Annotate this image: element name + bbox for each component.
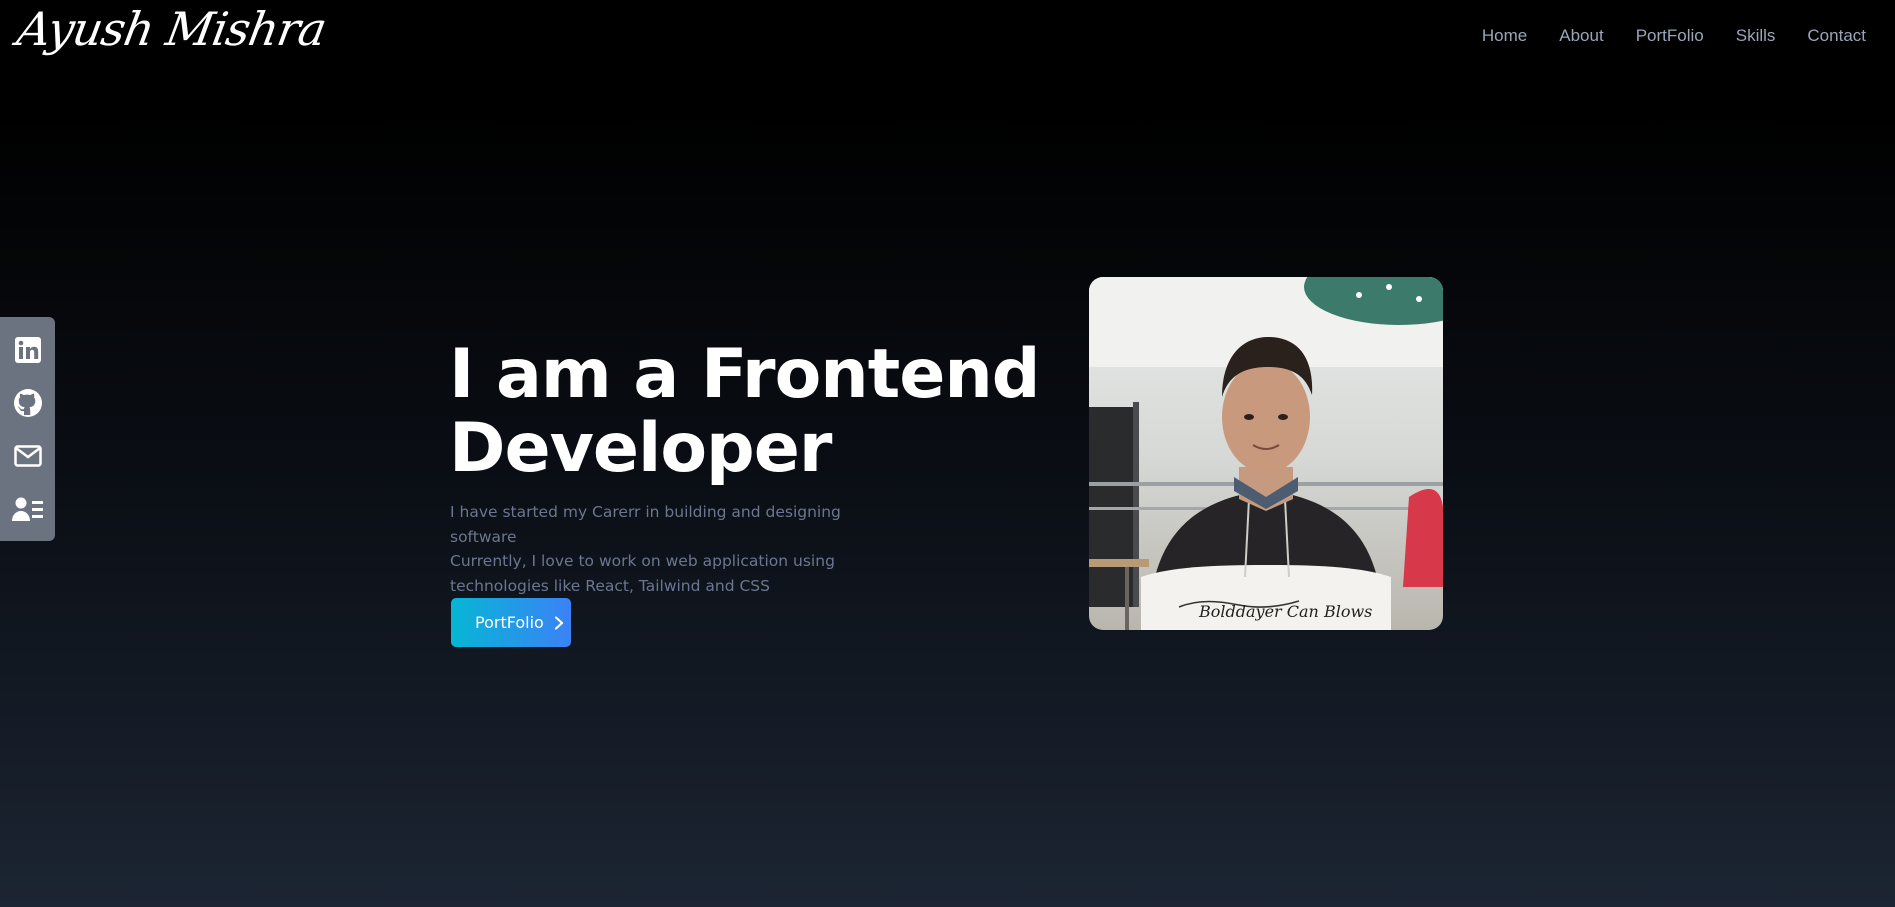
hero-title: I am a Frontend Developer <box>449 338 1049 486</box>
profile-photo-illustration: Bolddayer Can Blows <box>1089 277 1443 630</box>
hero-description: I have started my Carerr in building and… <box>450 500 910 598</box>
site-logo[interactable]: Ayush Mishra <box>13 2 330 56</box>
portfolio-button[interactable]: PortFolio <box>451 598 571 647</box>
hero-desc-line-3: technologies like React, Tailwind and CS… <box>450 576 770 595</box>
portfolio-button-label: PortFolio <box>475 613 544 632</box>
resume-icon <box>11 497 43 521</box>
mail-icon <box>13 444 42 467</box>
nav-contact[interactable]: Contact <box>1807 26 1866 46</box>
nav-about[interactable]: About <box>1559 26 1603 46</box>
chevron-right-icon <box>554 615 563 630</box>
hero-title-line-1: I am a Frontend <box>449 335 1040 414</box>
main-nav: Home About PortFolio Skills Contact <box>1482 26 1866 46</box>
email-link[interactable] <box>8 433 48 479</box>
hero-title-line-2: Developer <box>449 409 832 488</box>
nav-skills[interactable]: Skills <box>1736 26 1776 46</box>
github-link[interactable] <box>8 380 48 426</box>
resume-link[interactable] <box>8 486 48 532</box>
nav-portfolio[interactable]: PortFolio <box>1636 26 1704 46</box>
github-icon <box>13 388 42 417</box>
hoodie-signature: Bolddayer Can Blows <box>1198 602 1372 621</box>
linkedin-icon <box>14 336 41 363</box>
profile-photo: Bolddayer Can Blows <box>1089 277 1443 630</box>
linkedin-link[interactable] <box>8 327 48 373</box>
social-links-bar <box>0 317 55 541</box>
hero-desc-line-1: I have started my Carerr in building and… <box>450 503 841 546</box>
hero-desc-line-2: Currently, I love to work on web applica… <box>450 552 835 570</box>
nav-home[interactable]: Home <box>1482 26 1527 46</box>
